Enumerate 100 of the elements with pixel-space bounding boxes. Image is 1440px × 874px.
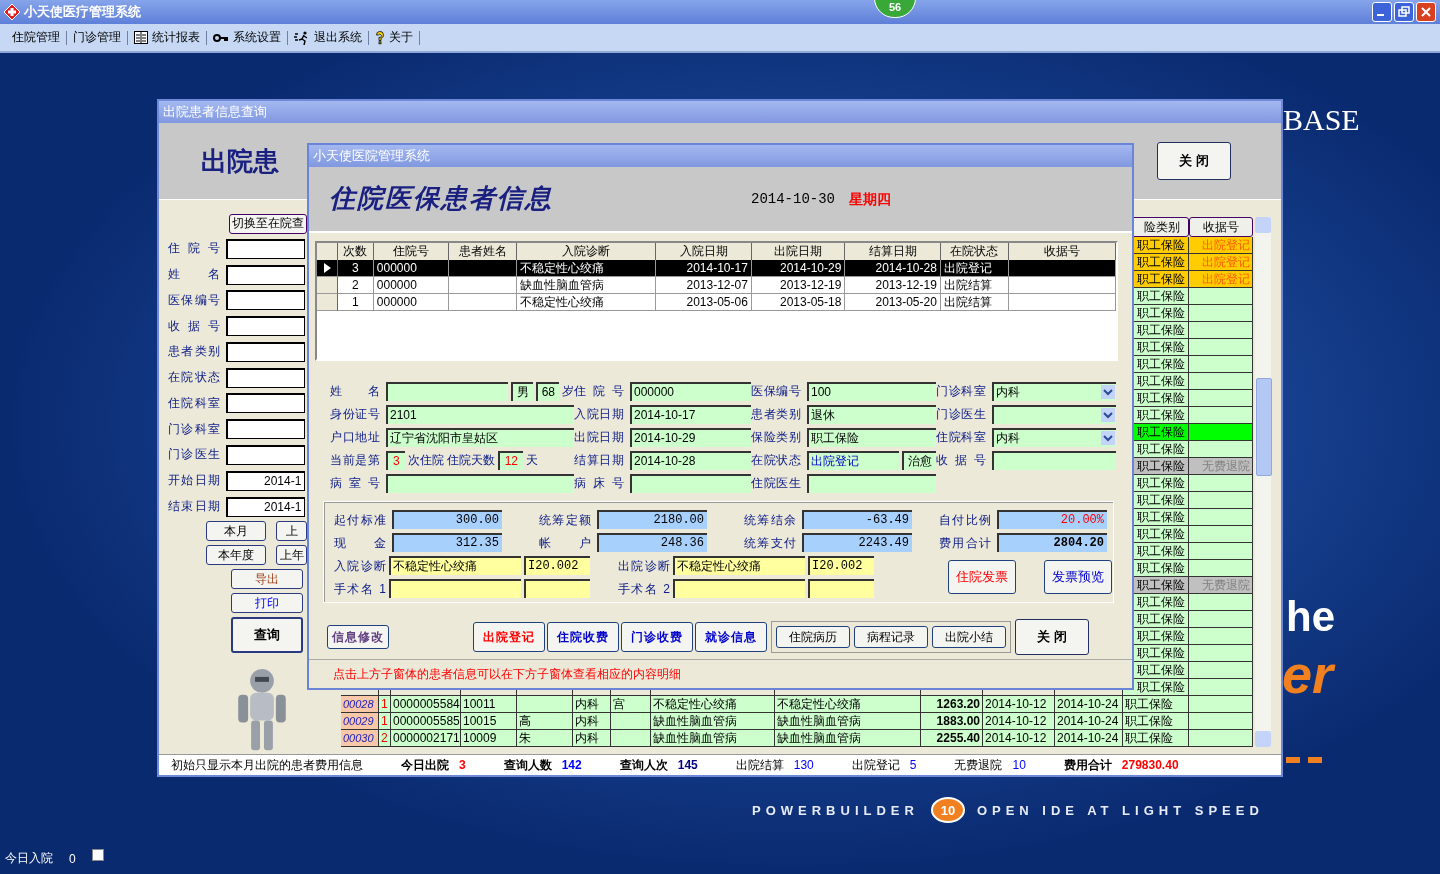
invoice-button[interactable]: 住院发票	[948, 560, 1016, 594]
input-field[interactable]: 68	[535, 381, 559, 401]
input-field[interactable]	[807, 473, 936, 493]
amount-field[interactable]: 2243.49	[802, 533, 912, 552]
input-field[interactable]: I20.002	[808, 556, 874, 575]
column-header[interactable]: 结算日期	[845, 243, 941, 261]
column-header[interactable]: 次数	[338, 243, 374, 261]
window-title: 小天使医院管理系统	[309, 145, 1132, 167]
column-header[interactable]: 入院日期	[656, 243, 752, 261]
input-field[interactable]: 不稳定性心绞痛	[673, 556, 805, 575]
input-field[interactable]	[630, 473, 751, 493]
period-button[interactable]: 本月	[206, 521, 266, 542]
input-field[interactable]	[386, 381, 508, 401]
table-cell	[449, 294, 518, 311]
amount-field[interactable]: 2804.20	[997, 533, 1107, 552]
close-button[interactable]: 关 闭	[1157, 142, 1231, 180]
column-header[interactable]: 入院诊断	[517, 243, 657, 261]
menu-item[interactable]: 退出系统	[288, 30, 369, 45]
column-header[interactable]: 出院日期	[751, 243, 846, 261]
input-field[interactable]: 辽宁省沈阳市皇姑区	[386, 427, 574, 447]
input-field[interactable]: 治愈	[902, 450, 936, 470]
amount-field[interactable]: -63.49	[802, 510, 912, 529]
menu-item[interactable]: 统计报表	[128, 30, 207, 45]
input-field[interactable]	[226, 290, 305, 311]
switch-button[interactable]: 切换至在院查	[229, 214, 307, 234]
input-field[interactable]	[226, 264, 305, 285]
amount-field[interactable]: 300.00	[392, 510, 502, 529]
invoice-button[interactable]: 发票预览	[1044, 560, 1112, 594]
table-cell: 高	[517, 713, 573, 730]
period-button[interactable]: 本年度	[206, 545, 266, 566]
dropdown[interactable]	[992, 404, 1116, 424]
input-field[interactable]	[226, 393, 305, 414]
input-field[interactable]: 2014-10-17	[630, 404, 751, 424]
input-field[interactable]	[673, 579, 805, 598]
table-row[interactable]: 1 000000 不稳定性心绞痛 2013-05-06 2013-05-18 2013-05-20 出院结算	[317, 294, 1116, 311]
action-button[interactable]: 打印	[231, 593, 303, 614]
input-field[interactable]: 退休	[807, 404, 936, 424]
table-cell: 出院结算	[940, 294, 1009, 311]
input-field[interactable]: 男	[510, 381, 533, 401]
input-field[interactable]	[226, 367, 305, 388]
input-field[interactable]: 2014-1	[226, 470, 305, 491]
input-field[interactable]: 3	[386, 450, 405, 470]
close-icon[interactable]	[1416, 2, 1436, 22]
input-field[interactable]: 出院登记	[807, 450, 899, 470]
input-field[interactable]: 2101	[386, 404, 574, 424]
table-cell: 内科	[573, 713, 611, 730]
input-field[interactable]: 职工保险	[807, 427, 936, 447]
column-header[interactable]: 住院号	[373, 243, 450, 261]
input-field[interactable]: 2014-10-29	[630, 427, 751, 447]
scrollbar[interactable]	[1255, 217, 1271, 747]
checkbox[interactable]	[91, 848, 104, 861]
record-button[interactable]: 出院小结	[932, 626, 1006, 648]
column-header[interactable]: 收据号	[1008, 243, 1116, 261]
period-button[interactable]: 上年	[276, 545, 307, 566]
column-header[interactable]: 收据号	[1189, 217, 1253, 237]
action-button[interactable]: 导出	[231, 569, 303, 590]
input-field[interactable]	[226, 419, 305, 440]
input-field[interactable]	[389, 579, 521, 598]
column-header[interactable]: 在院状态	[940, 243, 1009, 261]
edit-button[interactable]: 信息修改	[327, 625, 389, 649]
table-cell: 出院登记	[1189, 237, 1253, 254]
menu-item[interactable]: 关于	[369, 30, 420, 45]
menu-item[interactable]: 住院管理	[6, 30, 67, 45]
input-field[interactable]: 2014-10-28	[630, 450, 751, 470]
amount-field[interactable]: 248.36	[597, 533, 707, 552]
amount-field[interactable]: 2180.00	[597, 510, 707, 529]
input-field[interactable]	[386, 473, 574, 493]
search-button[interactable]: 查询	[231, 617, 303, 653]
input-field[interactable]	[524, 579, 590, 598]
menu-item[interactable]: 系统设置	[207, 30, 288, 45]
input-field[interactable]: 100	[807, 381, 936, 401]
dropdown[interactable]: 内科	[992, 381, 1116, 401]
minimize-icon[interactable]	[1372, 2, 1392, 22]
input-field[interactable]	[226, 444, 305, 465]
dropdown[interactable]: 内科	[992, 427, 1116, 447]
amount-field[interactable]: 312.35	[392, 533, 502, 552]
record-button[interactable]: 住院病历	[776, 626, 850, 648]
row-selector[interactable]	[317, 260, 338, 277]
input-field[interactable]: 12	[497, 450, 524, 470]
input-field[interactable]	[226, 238, 305, 259]
action-button[interactable]: 出院登记	[473, 622, 545, 652]
column-header[interactable]: 患者姓名	[449, 243, 518, 261]
action-button[interactable]: 门诊收费	[621, 622, 693, 652]
menu-item[interactable]: 门诊管理	[67, 30, 128, 45]
action-button[interactable]: 就诊信息	[695, 622, 767, 652]
table-row[interactable]: 2 000000 缺血性脑血管病 2013-12-07 2013-12-19 2013-12-19 出院结算	[317, 277, 1116, 294]
input-field[interactable]	[992, 450, 1116, 470]
period-button[interactable]: 上	[276, 521, 307, 542]
action-button[interactable]: 住院收费	[547, 622, 619, 652]
input-field[interactable]	[226, 316, 305, 337]
table-row[interactable]: 3 000000 不稳定性心绞痛 2014-10-17 2014-10-29 2014-10-28 出院登记	[317, 260, 1116, 277]
input-field[interactable]: 不稳定性心绞痛	[389, 556, 521, 575]
record-button[interactable]: 病程记录	[854, 626, 928, 648]
input-field[interactable]: 2014-1	[226, 496, 305, 517]
close-button[interactable]: 关 闭	[1015, 619, 1089, 655]
input-field[interactable]: 000000	[630, 381, 751, 401]
input-field[interactable]	[808, 579, 874, 598]
input-field[interactable]	[226, 341, 305, 362]
input-field[interactable]: I20.002	[524, 556, 590, 575]
restore-icon[interactable]	[1394, 2, 1414, 22]
